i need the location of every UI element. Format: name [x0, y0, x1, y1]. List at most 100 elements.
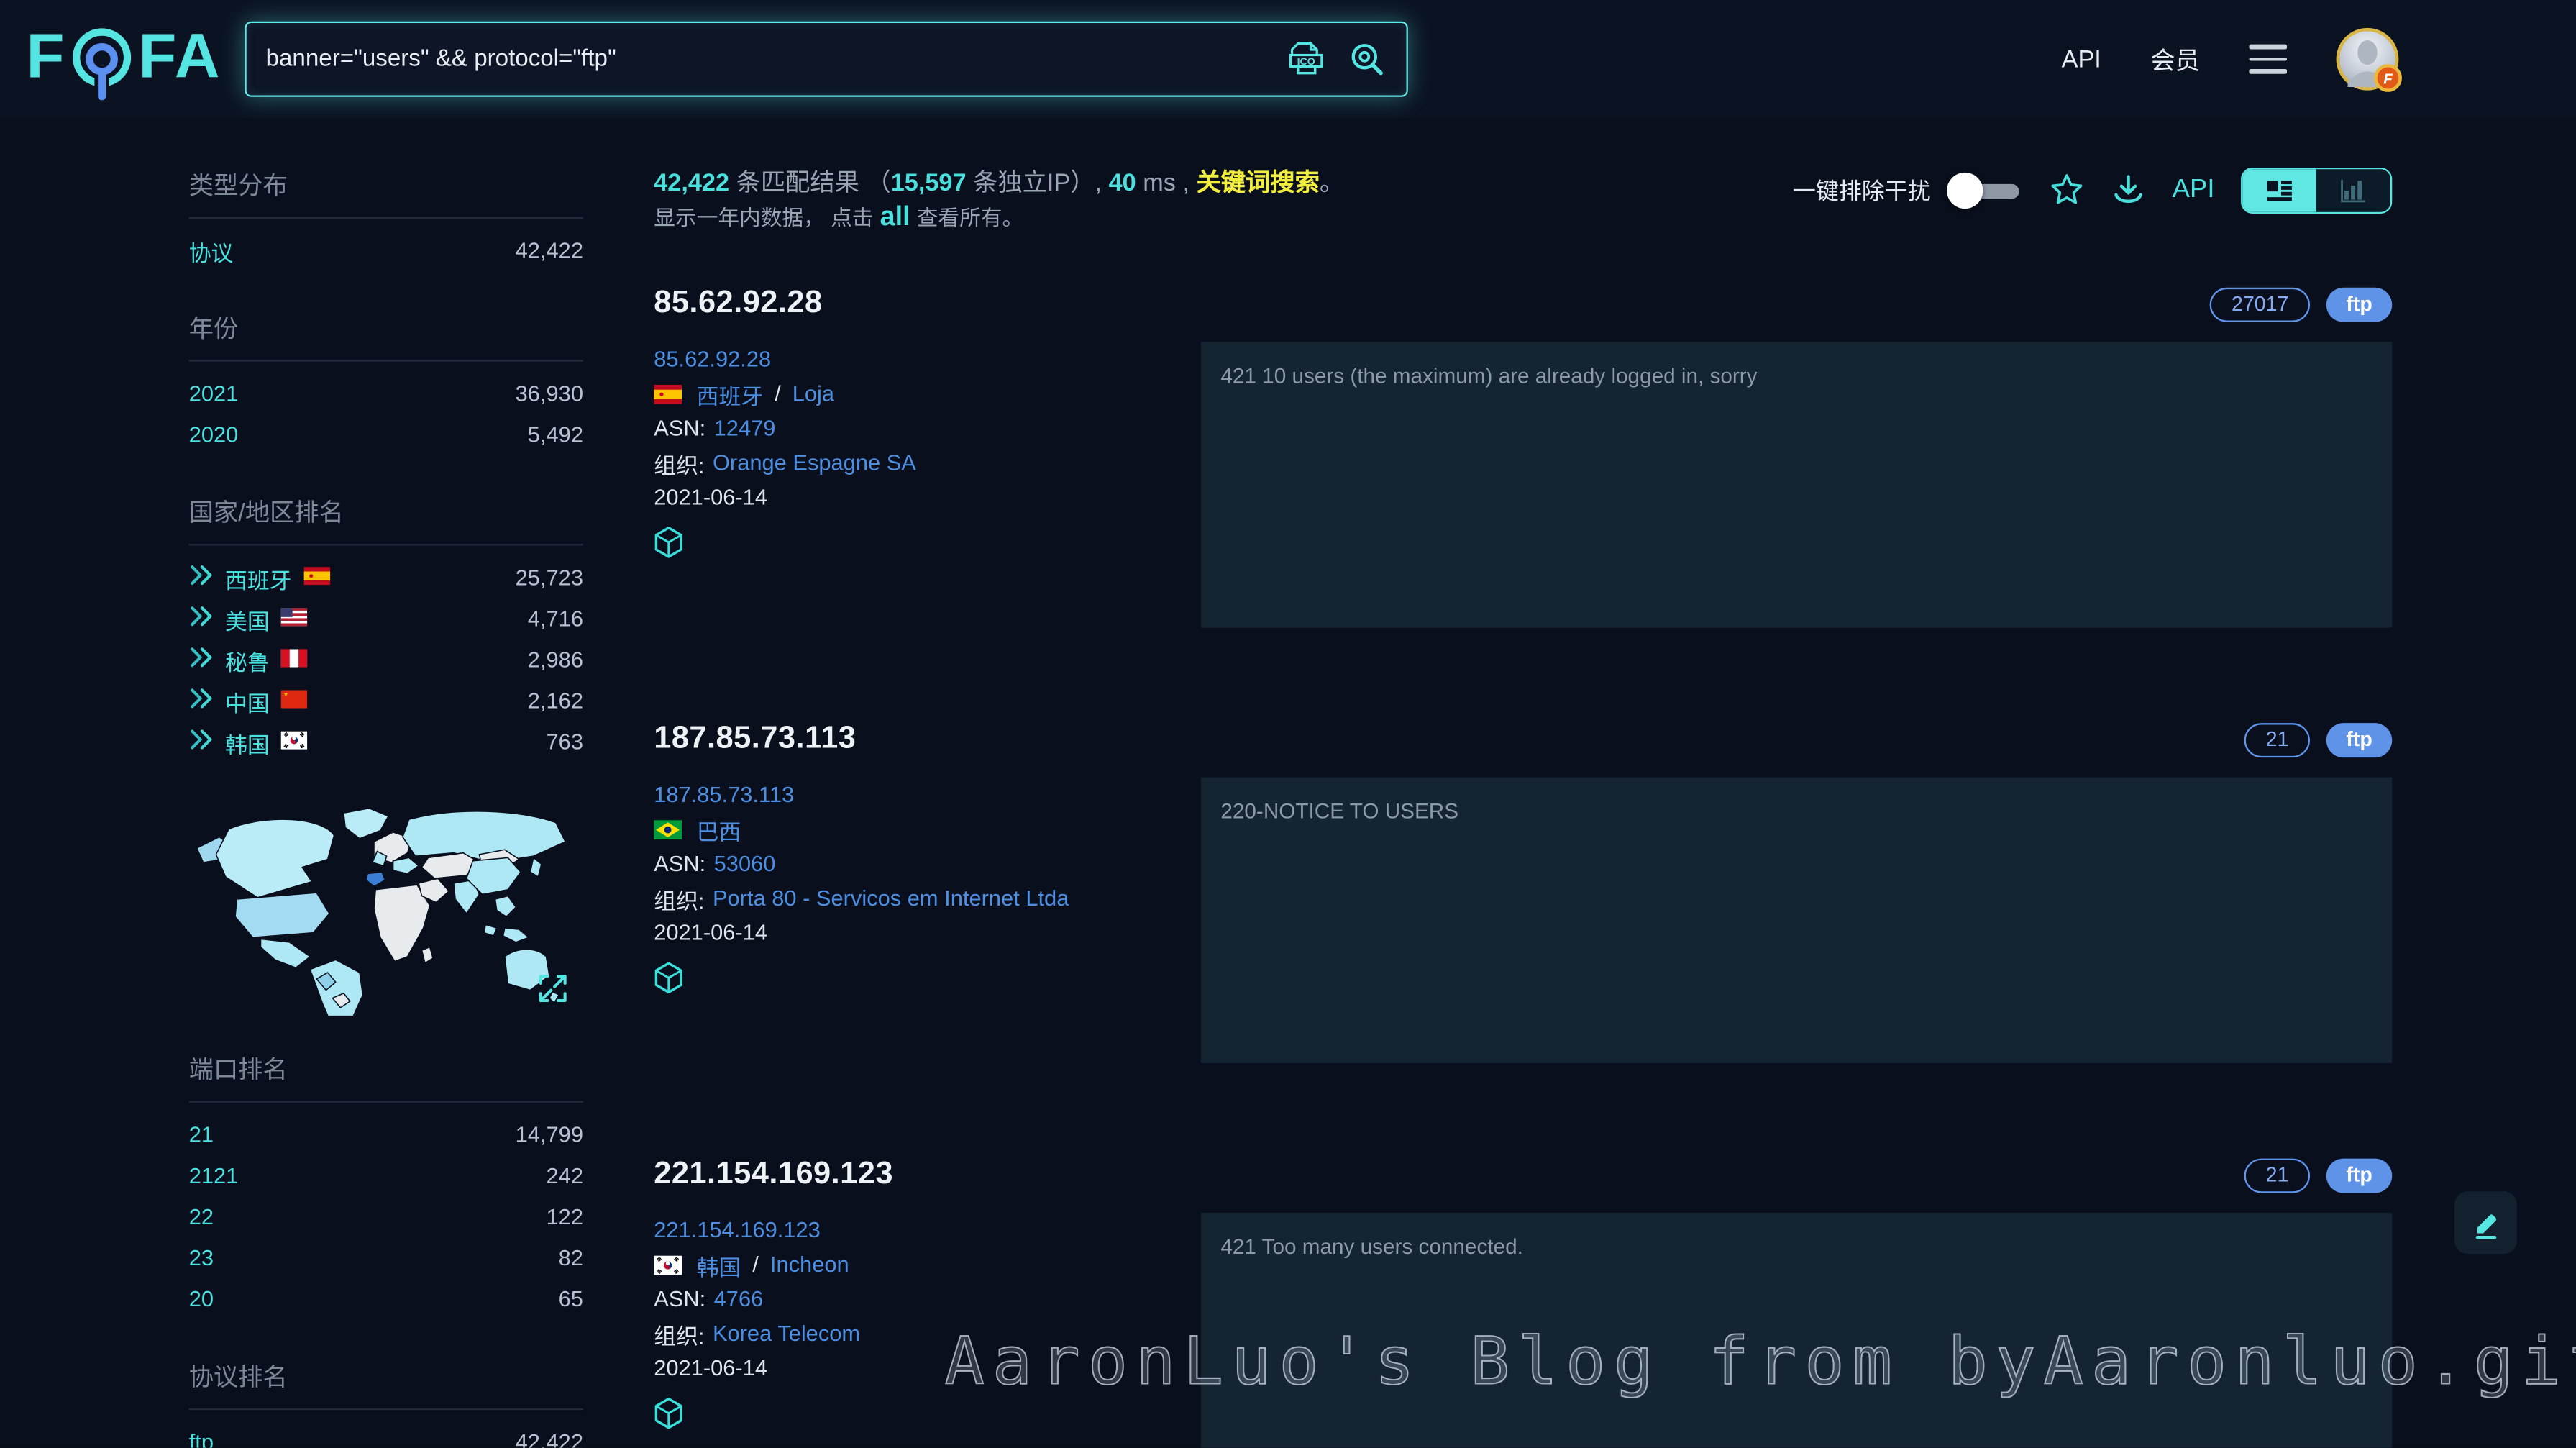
- result-card: 85.62.92.28 27017 ftp 85.62.92.28 西班牙 / …: [654, 283, 2392, 628]
- scan-date: 2021-06-14: [654, 1356, 767, 1380]
- exclude-noise-toggle[interactable]: [1947, 173, 2023, 209]
- filter-port-21[interactable]: 21: [189, 1122, 214, 1147]
- filter-country-china[interactable]: 中国: [225, 684, 270, 717]
- org-link[interactable]: Orange Espagne SA: [713, 450, 916, 475]
- filter-country-korea[interactable]: 韩国: [225, 726, 270, 759]
- sidebar-section-port: 端口排名 21 14,799 2121 242 22 122 23 82 20 …: [189, 1052, 583, 1319]
- list-view-button[interactable]: [2242, 169, 2316, 211]
- asn-link[interactable]: 4766: [714, 1287, 764, 1311]
- filter-port-23[interactable]: 23: [189, 1246, 214, 1270]
- filter-count: 25,723: [516, 565, 583, 590]
- host-cube-icon[interactable]: [654, 526, 683, 559]
- banner-text: 421 Too many users connected.: [1220, 1234, 2372, 1259]
- search-submit-icon[interactable]: [1348, 40, 1387, 78]
- flag-spain-icon: [654, 383, 682, 403]
- filter-port-2121[interactable]: 2121: [189, 1163, 239, 1188]
- flag-peru-icon: [281, 647, 308, 672]
- world-map: [189, 802, 572, 1016]
- list-item: ftp 42,422: [189, 1421, 583, 1448]
- list-item: 秘鲁 2,986: [189, 639, 583, 680]
- sidebar-section-protocol: 协议排名 ftp 42,422: [189, 1359, 583, 1447]
- scan-date: 2021-06-14: [654, 920, 767, 944]
- asn-link[interactable]: 53060: [714, 851, 776, 875]
- filter-year-2020[interactable]: 2020: [189, 422, 239, 447]
- divider: [189, 1101, 583, 1103]
- filter-country-peru[interactable]: 秘鲁: [225, 643, 270, 676]
- flag-brazil-icon: [654, 819, 682, 839]
- top-header: F FA ICO: [0, 0, 2576, 118]
- result-details: 221.154.169.123 韩国 / Incheon ASN:4766 组织…: [654, 1213, 1201, 1448]
- filter-port-22[interactable]: 22: [189, 1205, 214, 1229]
- org-link[interactable]: Korea Telecom: [713, 1321, 860, 1346]
- map-fullscreen-icon[interactable]: [537, 973, 568, 1012]
- api-export-link[interactable]: API: [2173, 176, 2215, 205]
- asn-link[interactable]: 12479: [714, 416, 776, 440]
- header-nav: API 会员 F: [2062, 28, 2399, 91]
- asn-label: ASN:: [654, 1287, 705, 1311]
- protocol-tag[interactable]: ftp: [2326, 287, 2392, 322]
- download-icon[interactable]: [2111, 173, 2146, 209]
- filter-country-usa[interactable]: 美国: [225, 602, 270, 635]
- ip-link[interactable]: 85.62.92.28: [654, 347, 771, 371]
- list-item: 2020 5,492: [189, 414, 583, 455]
- banner-panel: 220-NOTICE TO USERS: [1201, 778, 2392, 1064]
- city-link[interactable]: Loja: [793, 381, 834, 406]
- menu-hamburger-icon[interactable]: [2249, 45, 2287, 74]
- list-item: 中国 2,162: [189, 680, 583, 721]
- result-title-ip: 221.154.169.123: [654, 1157, 893, 1193]
- fofa-logo[interactable]: F FA: [27, 22, 221, 97]
- fofa-search-page: F FA ICO: [0, 0, 2576, 1448]
- filter-count: 5,492: [528, 422, 583, 447]
- favicon-search-icon[interactable]: ICO: [1288, 40, 1326, 79]
- result-title-ip: 187.85.73.113: [654, 721, 856, 757]
- protocol-tag[interactable]: ftp: [2326, 1157, 2392, 1192]
- all-link[interactable]: all: [880, 202, 910, 232]
- logo-text-fa: FA: [138, 22, 221, 94]
- org-label: 组织:: [654, 1317, 704, 1350]
- protocol-tag[interactable]: ftp: [2326, 722, 2392, 757]
- nav-vip-link[interactable]: 会员: [2150, 42, 2200, 76]
- result-details: 85.62.92.28 西班牙 / Loja ASN:12479 组织:Oran…: [654, 342, 1201, 628]
- divider: [189, 1408, 583, 1410]
- port-tag[interactable]: 27017: [2210, 287, 2310, 322]
- flag-korea-icon: [654, 1255, 682, 1274]
- nav-api-link[interactable]: API: [2062, 45, 2101, 73]
- chart-view-button[interactable]: [2316, 169, 2390, 211]
- edit-pencil-button[interactable]: [2454, 1191, 2517, 1254]
- filter-count: 82: [559, 1246, 583, 1270]
- filter-port-20[interactable]: 20: [189, 1287, 214, 1311]
- filter-protocol[interactable]: 协议: [189, 234, 234, 268]
- ip-link[interactable]: 187.85.73.113: [654, 782, 794, 806]
- country-link[interactable]: 巴西: [697, 813, 741, 846]
- host-cube-icon[interactable]: [654, 1397, 683, 1430]
- search-input[interactable]: [266, 46, 1288, 73]
- unique-ip-count: 15,597: [891, 169, 967, 197]
- port-tag[interactable]: 21: [2244, 1157, 2310, 1192]
- filter-count: 42,422: [516, 1430, 583, 1448]
- country-link[interactable]: 西班牙: [697, 377, 764, 410]
- filter-country-spain[interactable]: 西班牙: [225, 561, 292, 594]
- flag-spain-icon: [303, 565, 329, 590]
- result-details: 187.85.73.113 巴西 ASN:53060 组织:Porta 80 -…: [654, 778, 1201, 1064]
- star-favorite-icon[interactable]: [2049, 173, 2085, 209]
- data-range-line: 显示一年内数据， 点击all查看所有。: [654, 201, 1344, 240]
- filter-year-2021[interactable]: 2021: [189, 381, 239, 406]
- port-tag[interactable]: 21: [2244, 722, 2310, 757]
- user-avatar[interactable]: F: [2337, 28, 2399, 91]
- section-title-port: 端口排名: [189, 1052, 583, 1086]
- flag-china-icon: [281, 688, 308, 713]
- list-item: 2121 242: [189, 1155, 583, 1196]
- filter-protocol-ftp[interactable]: ftp: [189, 1430, 214, 1448]
- slash: /: [775, 381, 781, 406]
- country-link[interactable]: 韩国: [697, 1248, 741, 1281]
- ip-link[interactable]: 221.154.169.123: [654, 1218, 821, 1242]
- city-link[interactable]: Incheon: [770, 1252, 849, 1277]
- search-bar: ICO: [245, 22, 1407, 97]
- list-item: 美国 4,716: [189, 598, 583, 639]
- list-item: 协议 42,422: [189, 230, 583, 271]
- org-link[interactable]: Porta 80 - Servicos em Internet Ltda: [713, 885, 1069, 910]
- list-item: 23 82: [189, 1237, 583, 1278]
- keyword-search-link[interactable]: 关键词搜索: [1197, 169, 1320, 197]
- host-cube-icon[interactable]: [654, 961, 683, 994]
- filter-count: 122: [547, 1205, 583, 1229]
